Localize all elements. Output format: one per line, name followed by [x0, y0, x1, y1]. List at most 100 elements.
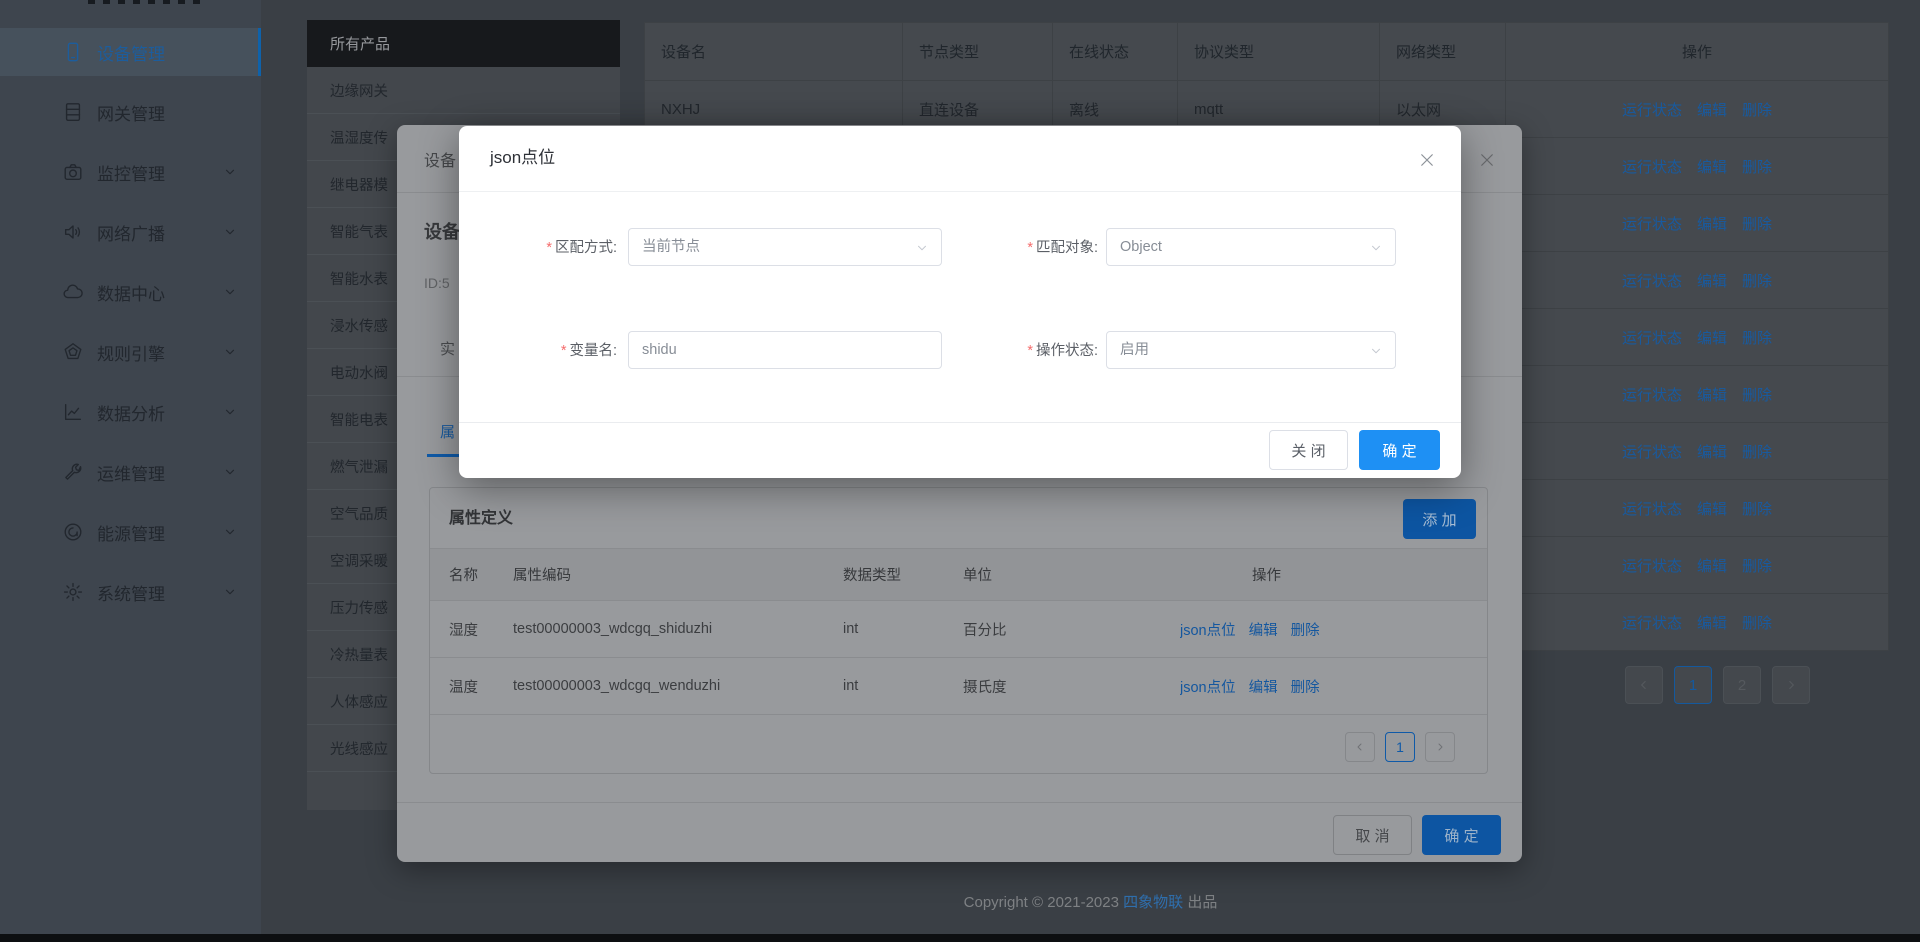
- edit-link[interactable]: 编辑: [1249, 619, 1278, 640]
- close-icon[interactable]: [1418, 151, 1436, 169]
- json-point-link[interactable]: json点位: [1180, 619, 1236, 640]
- chevron-right-icon: [1784, 678, 1798, 692]
- device-heading-clipped: 设备: [424, 218, 460, 244]
- bottom-bar: [0, 934, 1920, 942]
- run-status-link[interactable]: 运行状态: [1622, 384, 1682, 405]
- run-status-link[interactable]: 运行状态: [1622, 441, 1682, 462]
- delete-link[interactable]: 删除: [1742, 327, 1772, 348]
- run-status-link[interactable]: 运行状态: [1622, 99, 1682, 120]
- chevron-down-icon: [1369, 241, 1383, 255]
- cell-actions: 运行状态 编辑 删除: [1506, 537, 1888, 594]
- sidebar-item-network-broadcast[interactable]: 网络广播: [0, 208, 261, 256]
- column-header-name: 名称: [449, 549, 513, 600]
- run-status-link[interactable]: 运行状态: [1622, 555, 1682, 576]
- sidebar-item-ops-management[interactable]: 运维管理: [0, 448, 261, 496]
- edit-link[interactable]: 编辑: [1697, 441, 1727, 462]
- confirm-button[interactable]: 确 定: [1359, 430, 1440, 470]
- run-status-link[interactable]: 运行状态: [1622, 156, 1682, 177]
- required-asterisk: *: [546, 240, 552, 256]
- prev-page-button[interactable]: [1345, 732, 1375, 762]
- modal-footer-divider: [459, 422, 1461, 423]
- delete-link[interactable]: 删除: [1742, 156, 1772, 177]
- sidebar-item-label: 数据分析: [97, 400, 165, 425]
- cancel-button[interactable]: 取 消: [1333, 815, 1412, 855]
- next-page-button[interactable]: [1425, 732, 1455, 762]
- delete-link[interactable]: 删除: [1742, 441, 1772, 462]
- variable-name-input[interactable]: shidu: [628, 331, 942, 369]
- sidebar-item-device-management[interactable]: 设备管理: [0, 28, 261, 76]
- match-mode-select[interactable]: 当前节点: [628, 228, 942, 266]
- wrench-icon: [62, 461, 84, 483]
- cell-attr-code: test00000003_wdcgq_shiduzhi: [513, 601, 843, 657]
- product-item-all[interactable]: 所有产品: [307, 20, 620, 67]
- sidebar-item-label: 数据中心: [97, 280, 165, 305]
- cell-attr-code: test00000003_wdcgq_wenduzhi: [513, 658, 843, 714]
- sidebar-item-gateway-management[interactable]: 网关管理: [0, 88, 261, 136]
- chevron-down-icon: [223, 285, 237, 299]
- sidebar-item-monitor-management[interactable]: 监控管理: [0, 148, 261, 196]
- product-list-item[interactable]: 边缘网关: [307, 67, 620, 114]
- close-button[interactable]: 关 闭: [1269, 430, 1348, 470]
- attribute-table-pagination: 1: [1345, 732, 1455, 762]
- delete-link[interactable]: 删除: [1742, 99, 1772, 120]
- edit-link[interactable]: 编辑: [1697, 555, 1727, 576]
- sidebar-item-data-center[interactable]: 数据中心: [0, 268, 261, 316]
- delete-link[interactable]: 删除: [1742, 555, 1772, 576]
- edit-link[interactable]: 编辑: [1249, 676, 1278, 697]
- confirm-button[interactable]: 确 定: [1422, 815, 1501, 855]
- run-status-link[interactable]: 运行状态: [1622, 498, 1682, 519]
- delete-link[interactable]: 删除: [1742, 612, 1772, 633]
- modal-title-clipped: 设备: [424, 147, 456, 171]
- json-point-link[interactable]: json点位: [1180, 676, 1236, 697]
- close-icon[interactable]: [1478, 151, 1496, 169]
- chevron-down-icon: [223, 585, 237, 599]
- sidebar-item-rule-engine[interactable]: 规则引擎: [0, 328, 261, 376]
- edit-link[interactable]: 编辑: [1697, 213, 1727, 234]
- delete-link[interactable]: 删除: [1291, 676, 1320, 697]
- delete-link[interactable]: 删除: [1291, 619, 1320, 640]
- chevron-right-icon: [1434, 741, 1446, 753]
- delete-link[interactable]: 删除: [1742, 213, 1772, 234]
- tab-attributes-clipped[interactable]: 属: [440, 421, 455, 442]
- cell-attr-actions: json点位 编辑 删除: [1180, 658, 1487, 714]
- logo-area: [88, 0, 204, 4]
- match-object-select[interactable]: Object: [1106, 228, 1396, 266]
- delete-link[interactable]: 删除: [1742, 270, 1772, 291]
- run-status-link[interactable]: 运行状态: [1622, 327, 1682, 348]
- edit-link[interactable]: 编辑: [1697, 498, 1727, 519]
- operation-status-select[interactable]: 启用: [1106, 331, 1396, 369]
- run-status-link[interactable]: 运行状态: [1622, 213, 1682, 234]
- sidebar-item-data-analysis[interactable]: 数据分析: [0, 388, 261, 436]
- edit-link[interactable]: 编辑: [1697, 384, 1727, 405]
- sidebar-item-energy-management[interactable]: 能源管理: [0, 508, 261, 556]
- run-status-link[interactable]: 运行状态: [1622, 270, 1682, 291]
- edit-link[interactable]: 编辑: [1697, 612, 1727, 633]
- required-asterisk: *: [561, 343, 567, 359]
- page-1-button[interactable]: 1: [1385, 732, 1415, 762]
- chevron-down-icon: [223, 525, 237, 539]
- page-2-button[interactable]: 2: [1723, 666, 1761, 704]
- delete-link[interactable]: 删除: [1742, 384, 1772, 405]
- cell-attr-unit: 百分比: [963, 601, 1180, 657]
- run-status-link[interactable]: 运行状态: [1622, 612, 1682, 633]
- edit-link[interactable]: 编辑: [1697, 99, 1727, 120]
- page-1-button[interactable]: 1: [1674, 666, 1712, 704]
- prev-page-button[interactable]: [1625, 666, 1663, 704]
- copyright-text: Copyright © 2021-2023: [964, 894, 1119, 911]
- app-screen: 设备管理 网关管理 监控管理 网络广播: [0, 0, 1920, 942]
- delete-link[interactable]: 删除: [1742, 498, 1772, 519]
- tab-realtime-clipped[interactable]: 实: [440, 338, 455, 359]
- add-attribute-button[interactable]: 添 加: [1403, 499, 1476, 539]
- edit-link[interactable]: 编辑: [1697, 270, 1727, 291]
- edit-link[interactable]: 编辑: [1697, 327, 1727, 348]
- brand-link[interactable]: 四象物联: [1123, 894, 1183, 911]
- sidebar-item-system-management[interactable]: 系统管理: [0, 568, 261, 616]
- attribute-panel-title: 属性定义: [449, 504, 513, 528]
- page-footer: Copyright © 2021-2023 四象物联 出品: [261, 891, 1920, 912]
- edit-link[interactable]: 编辑: [1697, 156, 1727, 177]
- sidebar-item-label: 网络广播: [97, 220, 165, 245]
- cell-attr-unit: 摄氏度: [963, 658, 1180, 714]
- next-page-button[interactable]: [1772, 666, 1810, 704]
- chevron-down-icon: [223, 405, 237, 419]
- column-header-datatype: 数据类型: [843, 549, 963, 600]
